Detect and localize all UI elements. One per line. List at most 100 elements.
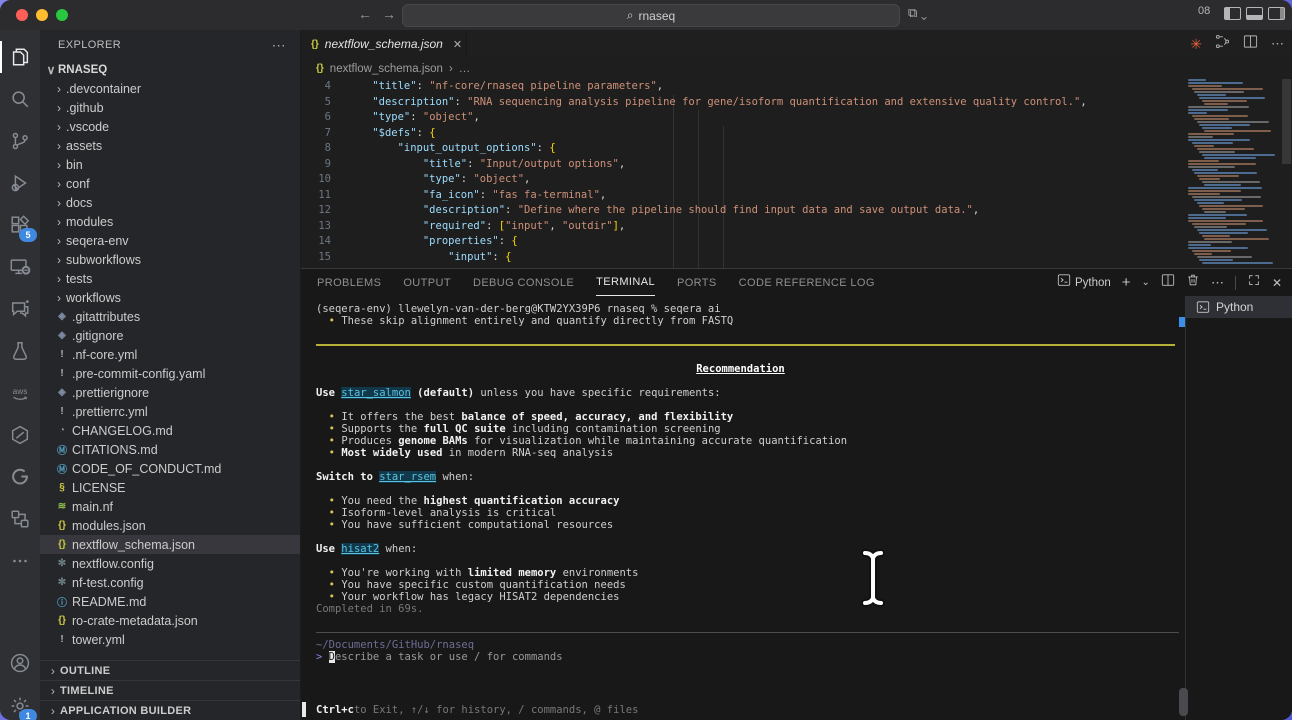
code-area[interactable]: 4 "title": "nf-core/rnaseq pipeline para… bbox=[301, 79, 1180, 268]
breadcrumb-more[interactable]: … bbox=[459, 63, 471, 75]
activity-item-more-icon[interactable] bbox=[0, 542, 40, 580]
forward-icon[interactable]: → bbox=[380, 6, 398, 22]
text-segment bbox=[347, 158, 423, 170]
folder-row-docs[interactable]: ›docs bbox=[40, 193, 300, 212]
folder-row-bin[interactable]: ›bin bbox=[40, 155, 300, 174]
activity-item-source-control-icon[interactable] bbox=[0, 122, 40, 160]
activity-item-search-icon[interactable] bbox=[0, 80, 40, 118]
activity-item-extensions-icon[interactable]: 5 bbox=[0, 206, 40, 244]
file-row-CITATIONS.md[interactable]: ⓂCITATIONS.md bbox=[40, 440, 300, 459]
activity-item-accounts-icon[interactable] bbox=[0, 644, 40, 682]
file-row-nextflow_schema.json[interactable]: {}nextflow_schema.json bbox=[40, 535, 300, 554]
run-graph-icon[interactable] bbox=[1215, 34, 1230, 54]
folder-row-conf[interactable]: ›conf bbox=[40, 174, 300, 193]
explorer-more-icon[interactable]: ⋯ bbox=[272, 37, 286, 54]
folder-row-.vscode[interactable]: ›.vscode bbox=[40, 117, 300, 136]
panel-tab-code-reference-log[interactable]: CODE REFERENCE LOG bbox=[739, 270, 875, 295]
folder-row-.github[interactable]: ›.github bbox=[40, 98, 300, 117]
file-row-.gitattributes[interactable]: ◈.gitattributes bbox=[40, 307, 300, 326]
folder-row-tests[interactable]: ›tests bbox=[40, 269, 300, 288]
folder-row-workflows[interactable]: ›workflows bbox=[40, 288, 300, 307]
file-row-nextflow.config[interactable]: ✻nextflow.config bbox=[40, 554, 300, 573]
text-segment: Most widely used bbox=[341, 447, 442, 459]
minimize-traffic-light[interactable] bbox=[36, 9, 48, 21]
close-tab-icon[interactable]: ✕ bbox=[453, 38, 462, 51]
new-terminal-icon[interactable]: + bbox=[1122, 274, 1131, 291]
terminal-session-python[interactable]: Python bbox=[1186, 296, 1292, 318]
file-row-.gitignore[interactable]: ◈.gitignore bbox=[40, 326, 300, 345]
breadcrumb[interactable]: {} nextflow_schema.json › … bbox=[301, 58, 1292, 79]
command-center-search[interactable]: ⌕ rnaseq bbox=[402, 4, 900, 27]
file-row-.prettierignore[interactable]: ◈.prettierignore bbox=[40, 383, 300, 402]
editor-more-icon[interactable]: ⋯ bbox=[1271, 36, 1284, 52]
toggle-panel-icon[interactable] bbox=[1246, 7, 1263, 20]
activity-item-explorer-icon[interactable] bbox=[0, 38, 40, 76]
panel-tab-problems[interactable]: PROBLEMS bbox=[317, 270, 381, 295]
split-terminal-icon[interactable] bbox=[1161, 273, 1175, 292]
section-application-builder[interactable]: ›APPLICATION BUILDER bbox=[40, 700, 300, 720]
file-row-.nf-core.yml[interactable]: !.nf-core.yml bbox=[40, 345, 300, 364]
file-row-main.nf[interactable]: ≋main.nf bbox=[40, 497, 300, 516]
folder-row-modules[interactable]: ›modules bbox=[40, 212, 300, 231]
file-row-nf-test.config[interactable]: ✻nf-test.config bbox=[40, 573, 300, 592]
file-row-LICENSE[interactable]: §LICENSE bbox=[40, 478, 300, 497]
folder-row-.devcontainer[interactable]: ›.devcontainer bbox=[40, 79, 300, 98]
panel-tab-output[interactable]: OUTPUT bbox=[403, 270, 451, 295]
text-segment bbox=[316, 411, 329, 423]
file-row-modules.json[interactable]: {}modules.json bbox=[40, 516, 300, 535]
editor-scrollbar[interactable] bbox=[1282, 79, 1291, 164]
back-icon[interactable]: ← bbox=[356, 6, 374, 22]
tab-overview-icon[interactable]: ⧉ ⌄ bbox=[908, 5, 927, 21]
activity-item-hexagon-icon[interactable] bbox=[0, 416, 40, 454]
terminal-output[interactable]: (seqera-env) llewelyn-van-der-berg@KTW2Y… bbox=[301, 296, 1185, 720]
folder-row-subworkflows[interactable]: ›subworkflows bbox=[40, 250, 300, 269]
file-row-README.md[interactable]: ⓘREADME.md bbox=[40, 592, 300, 611]
panel-tab-debug-console[interactable]: DEBUG CONSOLE bbox=[473, 270, 574, 295]
file-row-.prettierrc.yml[interactable]: !.prettierrc.yml bbox=[40, 402, 300, 421]
panel-tab-terminal[interactable]: TERMINAL bbox=[596, 270, 655, 296]
zoom-traffic-light[interactable] bbox=[56, 9, 68, 21]
breadcrumb-file[interactable]: nextflow_schema.json bbox=[330, 63, 443, 75]
text-segment: You're working with bbox=[341, 567, 467, 579]
split-editor-icon[interactable] bbox=[1243, 34, 1258, 54]
minimap[interactable] bbox=[1184, 79, 1280, 268]
file-row-ro-crate-metadata.json[interactable]: {}ro-crate-metadata.json bbox=[40, 611, 300, 630]
tab-nextflow-schema[interactable]: {} nextflow_schema.json ✕ bbox=[301, 30, 467, 58]
text-segment bbox=[316, 519, 329, 531]
text-segment bbox=[316, 447, 329, 459]
tree-root-rnaseq[interactable]: ∨RNASEQ bbox=[40, 60, 300, 79]
kill-terminal-icon[interactable] bbox=[1186, 273, 1200, 292]
text-segment: Produces bbox=[341, 435, 398, 447]
section-timeline[interactable]: ›TIMELINE bbox=[40, 680, 300, 700]
activity-item-remote-monitor-icon[interactable] bbox=[0, 248, 40, 286]
chevron-icon: › bbox=[52, 253, 66, 267]
extension-splat-icon[interactable]: ✳ bbox=[1190, 36, 1202, 53]
activity-item-gitlens-icon[interactable] bbox=[0, 458, 40, 496]
activity-item-testing-icon[interactable] bbox=[0, 332, 40, 370]
section-outline[interactable]: ›OUTLINE bbox=[40, 660, 300, 680]
terminal-scrollbar[interactable] bbox=[1179, 688, 1188, 716]
file-row-CHANGELOG.md[interactable]: ◔CHANGELOG.md bbox=[40, 421, 300, 440]
terminal-dropdown-icon[interactable]: ⌄ bbox=[1142, 277, 1150, 288]
activity-item-run-debug-icon[interactable] bbox=[0, 164, 40, 202]
toggle-sidebar-icon[interactable] bbox=[1224, 7, 1241, 20]
file-row-.pre-commit-config.yaml[interactable]: !.pre-commit-config.yaml bbox=[40, 364, 300, 383]
activity-item-chat-icon[interactable] bbox=[0, 290, 40, 328]
folder-row-seqera-env[interactable]: ›seqera-env bbox=[40, 231, 300, 250]
text-segment: "type" bbox=[372, 111, 410, 123]
file-row-tower.yml[interactable]: !tower.yml bbox=[40, 630, 300, 649]
close-panel-icon[interactable]: ✕ bbox=[1272, 276, 1282, 290]
toggle-secondary-sidebar-icon[interactable] bbox=[1268, 7, 1285, 20]
activity-item-settings-icon[interactable]: 1 bbox=[0, 687, 40, 720]
activity-item-aws-icon[interactable]: aws bbox=[0, 374, 40, 412]
close-traffic-light[interactable] bbox=[16, 9, 28, 21]
maximize-panel-icon[interactable] bbox=[1247, 273, 1261, 292]
activity-item-pipelines-icon[interactable] bbox=[0, 500, 40, 538]
file-row-CODE_OF_CONDUCT.md[interactable]: ⓂCODE_OF_CONDUCT.md bbox=[40, 459, 300, 478]
text-segment bbox=[347, 189, 423, 201]
folder-row-assets[interactable]: ›assets bbox=[40, 136, 300, 155]
code-line: 11 "fa_icon": "fas fa-terminal", bbox=[301, 188, 1180, 204]
layout-counter-icon[interactable]: 08 bbox=[1198, 5, 1210, 17]
panel-tab-ports[interactable]: PORTS bbox=[677, 270, 717, 295]
panel-more-icon[interactable]: ⋯ bbox=[1211, 275, 1224, 291]
